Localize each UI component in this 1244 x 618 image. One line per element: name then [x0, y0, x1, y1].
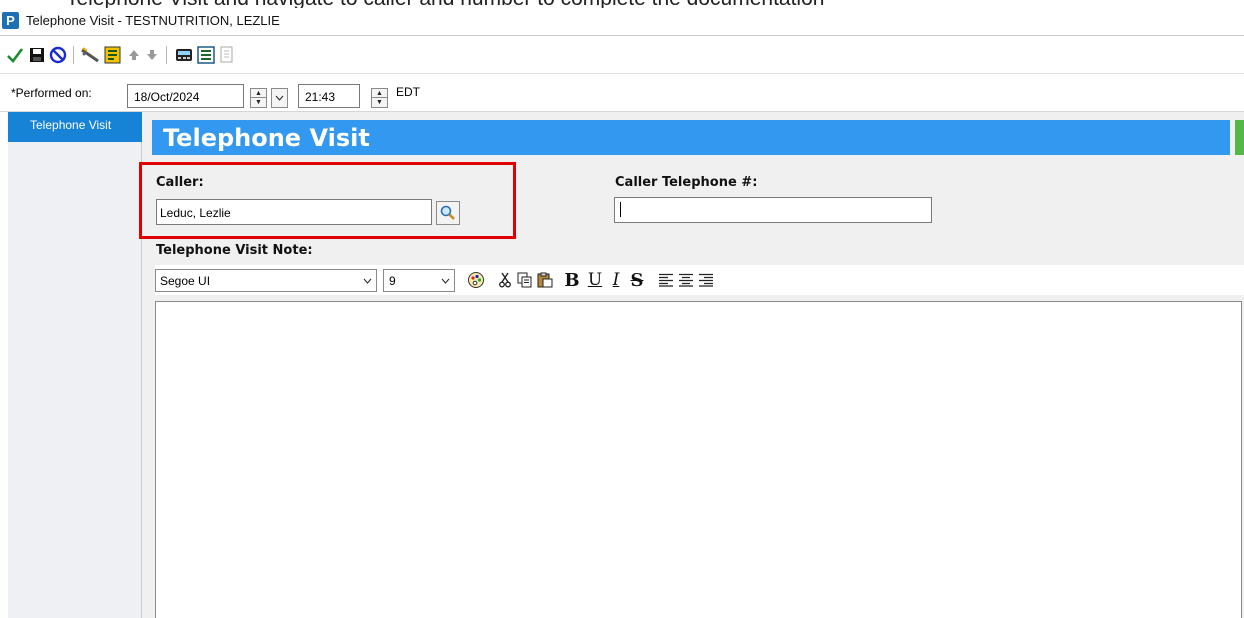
- date-spinner[interactable]: ▲ ▼: [250, 88, 267, 108]
- bold-icon[interactable]: B: [563, 270, 581, 291]
- up-arrow-icon[interactable]: [124, 45, 144, 65]
- align-center-icon[interactable]: [677, 271, 695, 289]
- caller-phone-label: Caller Telephone #:: [615, 175, 758, 190]
- top-strip: Telephone Visit and navigate to caller a…: [0, 0, 1244, 8]
- date-dropdown-button[interactable]: [271, 88, 288, 108]
- performed-on-label: *Performed on:: [11, 86, 92, 100]
- rich-text-toolbar: Segoe UI 9 B U I S: [155, 265, 1244, 295]
- save-icon[interactable]: [27, 45, 47, 65]
- spinner-up-icon[interactable]: ▲: [372, 89, 387, 98]
- main-toolbar: [0, 37, 1244, 74]
- accent-tab: [1235, 120, 1244, 155]
- document-icon[interactable]: [217, 45, 237, 65]
- caller-label: Caller:: [156, 175, 204, 190]
- form-icon[interactable]: [196, 45, 216, 65]
- font-size-select[interactable]: 9: [383, 269, 455, 292]
- caller-phone-field[interactable]: [614, 197, 932, 223]
- wand-icon[interactable]: [80, 45, 100, 65]
- app-icon: P: [2, 12, 19, 29]
- text-caret: [620, 202, 621, 217]
- performed-date-field[interactable]: 18/Oct/2024: [127, 84, 244, 108]
- note-text-area[interactable]: [155, 301, 1242, 618]
- time-spinner[interactable]: ▲ ▼: [371, 88, 388, 108]
- performed-on-bar: *Performed on: 18/Oct/2024 ▲ ▼ 21:43 ▲ ▼…: [0, 74, 1244, 112]
- align-left-icon[interactable]: [657, 271, 675, 289]
- copy-icon[interactable]: [516, 271, 534, 289]
- cancel-icon[interactable]: [48, 45, 68, 65]
- cut-icon[interactable]: [496, 271, 514, 289]
- font-family-value: Segoe UI: [160, 274, 211, 288]
- form-title: Telephone Visit: [163, 124, 370, 152]
- down-arrow-icon[interactable]: [142, 45, 162, 65]
- italic-icon[interactable]: I: [607, 270, 625, 290]
- sidebar: Telephone Visit: [8, 112, 142, 618]
- paste-icon[interactable]: [536, 271, 554, 289]
- timezone-label: EDT: [396, 85, 420, 99]
- sidebar-item-telephone-visit[interactable]: Telephone Visit: [8, 112, 142, 142]
- spinner-up-icon[interactable]: ▲: [251, 89, 266, 98]
- spinner-down-icon[interactable]: ▼: [251, 98, 266, 107]
- toolbar-separator: [73, 46, 74, 64]
- palette-icon[interactable]: [465, 271, 487, 289]
- spinner-down-icon[interactable]: ▼: [372, 98, 387, 107]
- caller-field[interactable]: Leduc, Lezlie: [156, 199, 432, 225]
- font-family-select[interactable]: Segoe UI: [155, 269, 377, 292]
- caller-lookup-button[interactable]: [436, 201, 460, 225]
- strikethrough-icon[interactable]: S: [628, 270, 646, 291]
- underline-icon[interactable]: U: [586, 270, 604, 290]
- chevron-down-icon: [363, 278, 372, 284]
- calculator-icon[interactable]: [174, 45, 194, 65]
- template-icon[interactable]: [103, 45, 123, 65]
- magnifier-icon: [440, 205, 455, 220]
- form-header: Telephone Visit: [152, 120, 1230, 155]
- note-label: Telephone Visit Note:: [156, 243, 313, 258]
- window-title: Telephone Visit - TESTNUTRITION, LEZLIE: [26, 13, 280, 28]
- checkmark-icon[interactable]: [5, 45, 25, 65]
- top-strip-text: Telephone Visit and navigate to caller a…: [66, 0, 824, 8]
- form-content: Telephone Visit Caller: Leduc, Lezlie Ca…: [139, 112, 1244, 618]
- window-titlebar: P Telephone Visit - TESTNUTRITION, LEZLI…: [0, 8, 1244, 36]
- performed-time-field[interactable]: 21:43: [298, 84, 360, 108]
- chevron-down-icon: [275, 95, 284, 101]
- toolbar-separator: [166, 46, 167, 64]
- chevron-down-icon: [441, 278, 450, 284]
- font-size-value: 9: [389, 274, 396, 288]
- align-right-icon[interactable]: [697, 271, 715, 289]
